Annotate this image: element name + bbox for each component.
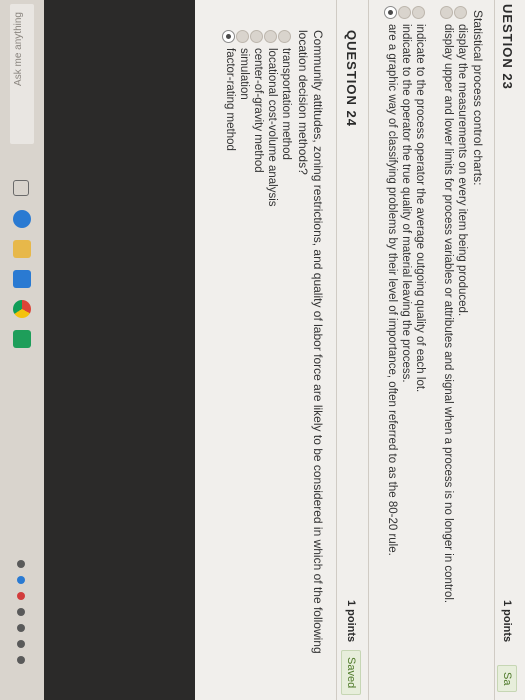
q23-option-4-label[interactable]: indicate to the operator the true qualit…	[399, 24, 413, 684]
question-23-points: 1 points	[501, 600, 513, 643]
taskbar: Ask me anything	[0, 0, 44, 700]
q23-option-1-radio[interactable]	[454, 6, 467, 19]
chrome-icon[interactable]	[13, 300, 31, 318]
q23-option-1-label[interactable]: display the measurements on every item b…	[455, 24, 469, 684]
question-24-prompt: Community attitudes, zoning restrictions…	[296, 30, 325, 654]
system-tray	[10, 560, 34, 690]
file-explorer-icon[interactable]	[13, 240, 31, 258]
q24-option-5-label[interactable]: factor-rating method	[223, 48, 237, 348]
question-24: QUESTION 24 1 points Saved Community att…	[195, 0, 375, 700]
q23-option-2-label[interactable]: display upper and lower limits for proce…	[441, 24, 455, 692]
tray-icon[interactable]	[17, 608, 25, 616]
q23-option-3-radio[interactable]	[412, 6, 425, 19]
divider	[494, 0, 495, 700]
q24-option-2-radio[interactable]	[264, 30, 277, 43]
question-23-prompt: Statistical process control charts:	[471, 10, 485, 186]
q23-option-2-radio[interactable]	[440, 6, 453, 19]
store-icon[interactable]	[13, 270, 31, 288]
q24-option-5-radio[interactable]	[222, 30, 235, 43]
q24-option-1-label[interactable]: transportation method	[279, 48, 293, 348]
tray-icon[interactable]	[17, 640, 25, 648]
q24-option-3-radio[interactable]	[250, 30, 263, 43]
tray-icon[interactable]	[17, 656, 25, 664]
q23-option-3-label[interactable]: indicate to the process operator the ave…	[413, 24, 427, 684]
app-icon[interactable]	[13, 330, 31, 348]
rotated-screen: UESTION 23 1 points Sa Statistical proce…	[0, 0, 525, 700]
task-view-icon[interactable]	[13, 180, 29, 196]
tray-icon[interactable]	[17, 576, 25, 584]
q24-option-4-radio[interactable]	[236, 30, 249, 43]
search-placeholder: Ask me anything	[13, 12, 24, 86]
q23-option-5-radio[interactable]	[384, 6, 397, 19]
question-23-header: UESTION 23	[500, 4, 515, 90]
q24-option-4-label[interactable]: simulation	[237, 48, 251, 348]
question-24-points: 1 points	[345, 600, 357, 643]
q24-option-3-label[interactable]: center-of-gravity method	[251, 48, 265, 348]
divider	[336, 0, 337, 700]
tray-icon[interactable]	[17, 592, 25, 600]
question-24-saved-badge: Saved	[341, 650, 361, 696]
question-23-saved-badge: Sa	[497, 665, 517, 693]
q23-option-5-label[interactable]: are a graphic way of classifying problem…	[385, 24, 399, 694]
tray-icon[interactable]	[17, 560, 25, 568]
q24-option-1-radio[interactable]	[278, 30, 291, 43]
quiz-page: UESTION 23 1 points Sa Statistical proce…	[195, 0, 525, 700]
question-24-header: QUESTION 24	[344, 30, 359, 127]
edge-icon[interactable]	[13, 210, 31, 228]
divider	[368, 0, 369, 700]
question-23: UESTION 23 1 points Sa Statistical proce…	[375, 0, 525, 700]
q23-option-4-radio[interactable]	[398, 6, 411, 19]
q24-option-2-label[interactable]: locational cost-volume analysis	[265, 48, 279, 348]
tray-icon[interactable]	[17, 624, 25, 632]
